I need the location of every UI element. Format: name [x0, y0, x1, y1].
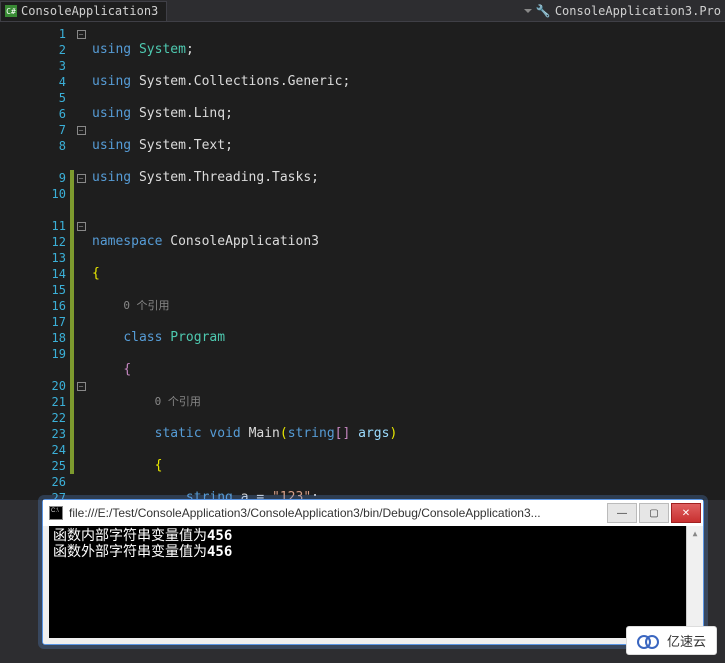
wrench-icon: 🔧	[536, 4, 551, 18]
console-titlebar[interactable]: file:///E:/Test/ConsoleApplication3/Cons…	[43, 500, 703, 526]
close-button[interactable]: ✕	[671, 503, 701, 523]
tab-right-dropdown[interactable]: 🔧 ConsoleApplication3.Pro	[516, 4, 725, 18]
csharp-file-icon: C#	[5, 5, 17, 17]
line-number-gutter: 1 2 3 4 5 6 7 8 9 10 11 12 13 14 15 16 1…	[0, 22, 70, 500]
scroll-up-icon[interactable]: ▲	[688, 526, 703, 541]
minimize-button[interactable]: —	[607, 503, 637, 523]
tab-bar: C# ConsoleApplication3 🔧 ConsoleApplicat…	[0, 0, 725, 22]
console-scrollbar[interactable]: ▲ ▼	[686, 526, 703, 638]
fold-toggle[interactable]: −	[77, 222, 86, 231]
code-editor[interactable]: 1 2 3 4 5 6 7 8 9 10 11 12 13 14 15 16 1…	[0, 22, 725, 500]
fold-toggle[interactable]: −	[77, 30, 86, 39]
fold-gutter: − − − − −	[74, 22, 88, 500]
chevron-down-icon	[524, 9, 532, 13]
watermark-badge: 亿速云	[626, 626, 717, 655]
watermark-text: 亿速云	[667, 631, 706, 650]
codelens-references[interactable]: 0 个引用	[155, 395, 201, 408]
fold-toggle[interactable]: −	[77, 382, 86, 391]
console-output[interactable]: 函数内部字符串变量值为456 函数外部字符串变量值为456 ▲ ▼	[49, 526, 697, 638]
maximize-button[interactable]: ▢	[639, 503, 669, 523]
watermark-logo-icon	[637, 633, 661, 649]
fold-toggle[interactable]: −	[77, 126, 86, 135]
tab-right-label: ConsoleApplication3.Pro	[555, 4, 721, 18]
console-window: file:///E:/Test/ConsoleApplication3/Cons…	[42, 499, 704, 645]
tab-label: ConsoleApplication3	[21, 4, 158, 18]
console-icon	[49, 506, 63, 520]
console-title-text: file:///E:/Test/ConsoleApplication3/Cons…	[69, 506, 601, 520]
tab-active[interactable]: C# ConsoleApplication3	[0, 1, 167, 21]
code-area[interactable]: using System; using System.Collections.G…	[88, 22, 548, 500]
codelens-references[interactable]: 0 个引用	[123, 299, 169, 312]
fold-toggle[interactable]: −	[77, 174, 86, 183]
